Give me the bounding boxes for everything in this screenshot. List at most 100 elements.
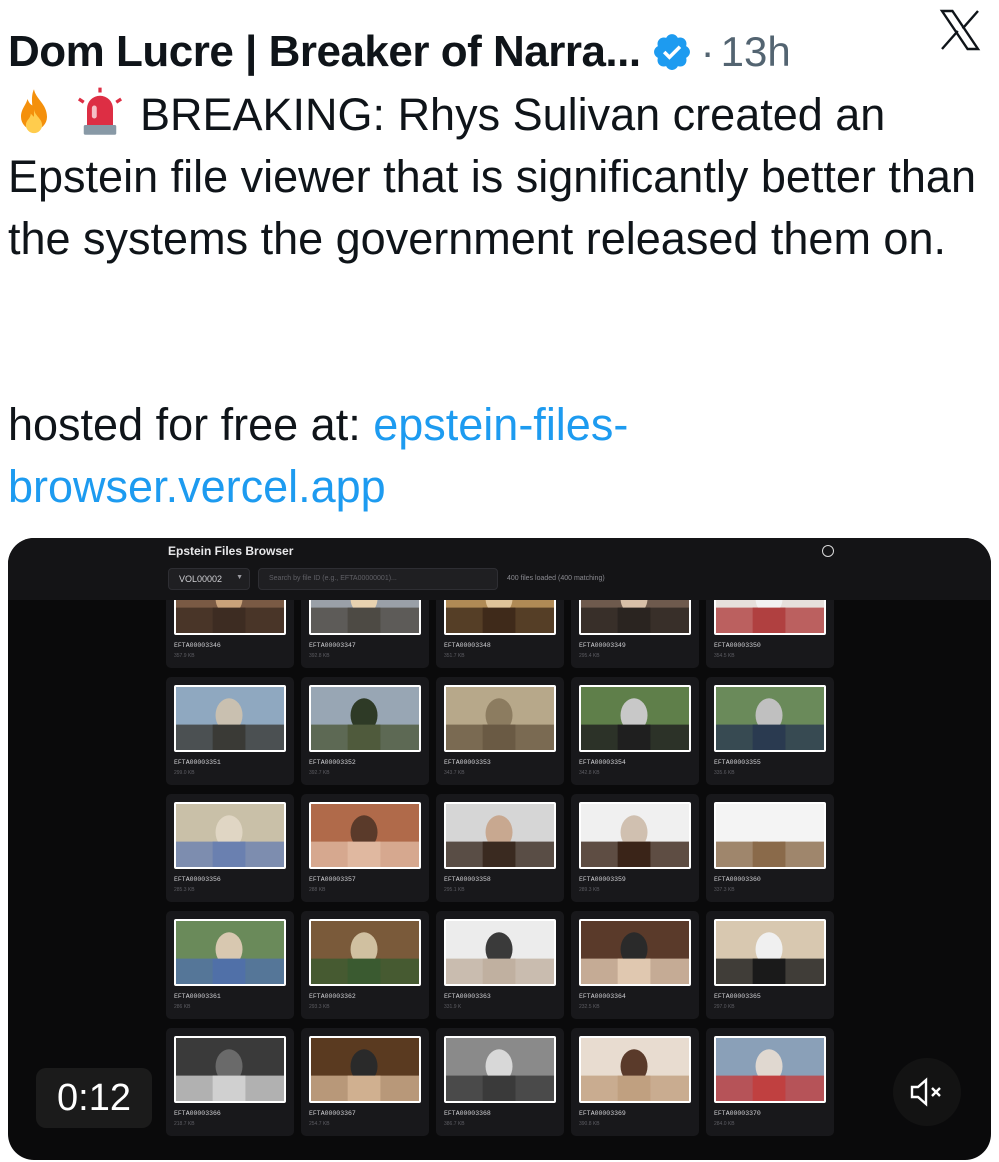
file-thumbnail[interactable] bbox=[174, 600, 286, 635]
file-thumbnail[interactable] bbox=[714, 685, 826, 752]
x-logo-icon[interactable] bbox=[935, 6, 985, 54]
file-size: 337.3 KB bbox=[714, 887, 735, 893]
verified-badge-icon bbox=[653, 34, 690, 70]
file-thumbnail[interactable] bbox=[309, 685, 421, 752]
volume-value: VOL00002 bbox=[179, 574, 223, 584]
file-card[interactable]: EFTA00003357 288 KB bbox=[301, 794, 429, 902]
file-thumbnail[interactable] bbox=[714, 600, 826, 635]
github-icon[interactable] bbox=[822, 545, 834, 557]
file-thumbnail[interactable] bbox=[714, 1036, 826, 1103]
file-card[interactable]: EFTA00003369 390.8 KB bbox=[571, 1028, 699, 1136]
file-size: 297.0 KB bbox=[714, 1004, 735, 1010]
file-thumbnail[interactable] bbox=[579, 1036, 691, 1103]
file-card[interactable]: EFTA00003365 297.0 KB bbox=[706, 911, 834, 1019]
file-card[interactable]: EFTA00003362 293.3 KB bbox=[301, 911, 429, 1019]
file-grid: EFTA00003346 357.9 KB EFTA00003347 392.8 KB… bbox=[166, 600, 846, 1160]
file-card[interactable]: EFTA00003360 337.3 KB bbox=[706, 794, 834, 902]
file-card[interactable]: EFTA00003370 284.0 KB bbox=[706, 1028, 834, 1136]
file-card[interactable]: EFTA00003368 386.7 KB bbox=[436, 1028, 564, 1136]
file-thumbnail[interactable] bbox=[579, 802, 691, 869]
author-name[interactable]: Dom Lucre | Breaker of Narra... bbox=[8, 27, 641, 77]
file-size: 331.9 K bbox=[444, 1004, 462, 1010]
file-thumbnail[interactable] bbox=[174, 802, 286, 869]
file-id: EFTA00003349 bbox=[579, 642, 626, 649]
speaker-muted-icon bbox=[910, 1077, 941, 1107]
file-card[interactable]: EFTA00003346 357.9 KB bbox=[166, 600, 294, 668]
file-thumbnail[interactable] bbox=[714, 919, 826, 986]
file-id: EFTA00003353 bbox=[444, 759, 491, 766]
tweet-body: BREAKING: Rhys Sulivan created an Epstei… bbox=[8, 84, 993, 270]
file-thumbnail[interactable] bbox=[444, 1036, 556, 1103]
file-thumbnail[interactable] bbox=[174, 685, 286, 752]
file-card[interactable]: EFTA00003349 295.4 KB bbox=[571, 600, 699, 668]
file-size: 286 KB bbox=[174, 1004, 191, 1010]
fire-emoji-icon bbox=[21, 89, 47, 134]
file-thumbnail[interactable] bbox=[444, 802, 556, 869]
file-thumbnail[interactable] bbox=[579, 919, 691, 986]
file-card[interactable]: EFTA00003364 232.5 KB bbox=[571, 911, 699, 1019]
file-thumbnail[interactable] bbox=[444, 919, 556, 986]
file-card[interactable]: EFTA00003352 392.7 KB bbox=[301, 677, 429, 785]
file-thumbnail[interactable] bbox=[174, 1036, 286, 1103]
file-size: 357.9 KB bbox=[174, 653, 195, 659]
file-id: EFTA00003363 bbox=[444, 993, 491, 1000]
file-id: EFTA00003346 bbox=[174, 642, 221, 649]
file-thumbnail[interactable] bbox=[309, 1036, 421, 1103]
post-time[interactable]: 13h bbox=[721, 28, 791, 76]
file-card[interactable]: EFTA00003356 285.3 KB bbox=[166, 794, 294, 902]
file-card[interactable]: EFTA00003347 392.8 KB bbox=[301, 600, 429, 668]
volume-select[interactable]: VOL00002 ▼ bbox=[168, 568, 250, 590]
file-thumbnail[interactable] bbox=[444, 685, 556, 752]
file-thumbnail[interactable] bbox=[714, 802, 826, 869]
file-id: EFTA00003367 bbox=[309, 1110, 356, 1117]
file-id: EFTA00003347 bbox=[309, 642, 356, 649]
file-id: EFTA00003365 bbox=[714, 993, 761, 1000]
video-player[interactable]: Epstein Files Browser VOL00002 ▼ Search … bbox=[8, 538, 991, 1160]
file-size: 254.7 KB bbox=[309, 1121, 330, 1127]
file-id: EFTA00003356 bbox=[174, 876, 221, 883]
file-size: 232.5 KB bbox=[579, 1004, 600, 1010]
file-thumbnail[interactable] bbox=[444, 600, 556, 635]
file-thumbnail[interactable] bbox=[579, 685, 691, 752]
file-id: EFTA00003348 bbox=[444, 642, 491, 649]
file-thumbnail[interactable] bbox=[309, 802, 421, 869]
file-card[interactable]: EFTA00003348 351.7 KB bbox=[436, 600, 564, 668]
file-size: 299.0 KB bbox=[174, 770, 195, 776]
file-size: 343.7 KB bbox=[444, 770, 465, 776]
search-input[interactable]: Search by file ID (e.g., EFTA00000001)..… bbox=[258, 568, 498, 590]
file-card[interactable]: EFTA00003350 354.5 KB bbox=[706, 600, 834, 668]
file-card[interactable]: EFTA00003363 331.9 K bbox=[436, 911, 564, 1019]
file-id: EFTA00003350 bbox=[714, 642, 761, 649]
app-title: Epstein Files Browser bbox=[168, 544, 294, 558]
file-thumbnail[interactable] bbox=[174, 919, 286, 986]
file-thumbnail[interactable] bbox=[309, 919, 421, 986]
file-card[interactable]: EFTA00003361 286 KB bbox=[166, 911, 294, 1019]
file-id: EFTA00003370 bbox=[714, 1110, 761, 1117]
file-thumbnail[interactable] bbox=[309, 600, 421, 635]
file-id: EFTA00003359 bbox=[579, 876, 626, 883]
file-size: 218.7 KB bbox=[174, 1121, 195, 1127]
file-card[interactable]: EFTA00003355 335.6 KB bbox=[706, 677, 834, 785]
file-card[interactable]: EFTA00003366 218.7 KB bbox=[166, 1028, 294, 1136]
file-size: 293.3 KB bbox=[309, 1004, 330, 1010]
file-size: 390.8 KB bbox=[579, 1121, 600, 1127]
file-size: 285.3 KB bbox=[174, 887, 195, 893]
file-card[interactable]: EFTA00003354 342.8 KB bbox=[571, 677, 699, 785]
file-id: EFTA00003368 bbox=[444, 1110, 491, 1117]
file-card[interactable]: EFTA00003359 289.3 KB bbox=[571, 794, 699, 902]
file-thumbnail[interactable] bbox=[579, 600, 691, 635]
file-card[interactable]: EFTA00003351 299.0 KB bbox=[166, 677, 294, 785]
file-size: 354.5 KB bbox=[714, 653, 735, 659]
file-id: EFTA00003358 bbox=[444, 876, 491, 883]
video-timer: 0:12 bbox=[36, 1068, 152, 1128]
file-size: 392.7 KB bbox=[309, 770, 330, 776]
file-card[interactable]: EFTA00003367 254.7 KB bbox=[301, 1028, 429, 1136]
mute-button[interactable] bbox=[893, 1058, 961, 1126]
file-size: 386.7 KB bbox=[444, 1121, 465, 1127]
file-id: EFTA00003360 bbox=[714, 876, 761, 883]
file-id: EFTA00003357 bbox=[309, 876, 356, 883]
file-card[interactable]: EFTA00003353 343.7 KB bbox=[436, 677, 564, 785]
file-id: EFTA00003355 bbox=[714, 759, 761, 766]
file-card[interactable]: EFTA00003358 295.1 KB bbox=[436, 794, 564, 902]
file-size: 284.0 KB bbox=[714, 1121, 735, 1127]
